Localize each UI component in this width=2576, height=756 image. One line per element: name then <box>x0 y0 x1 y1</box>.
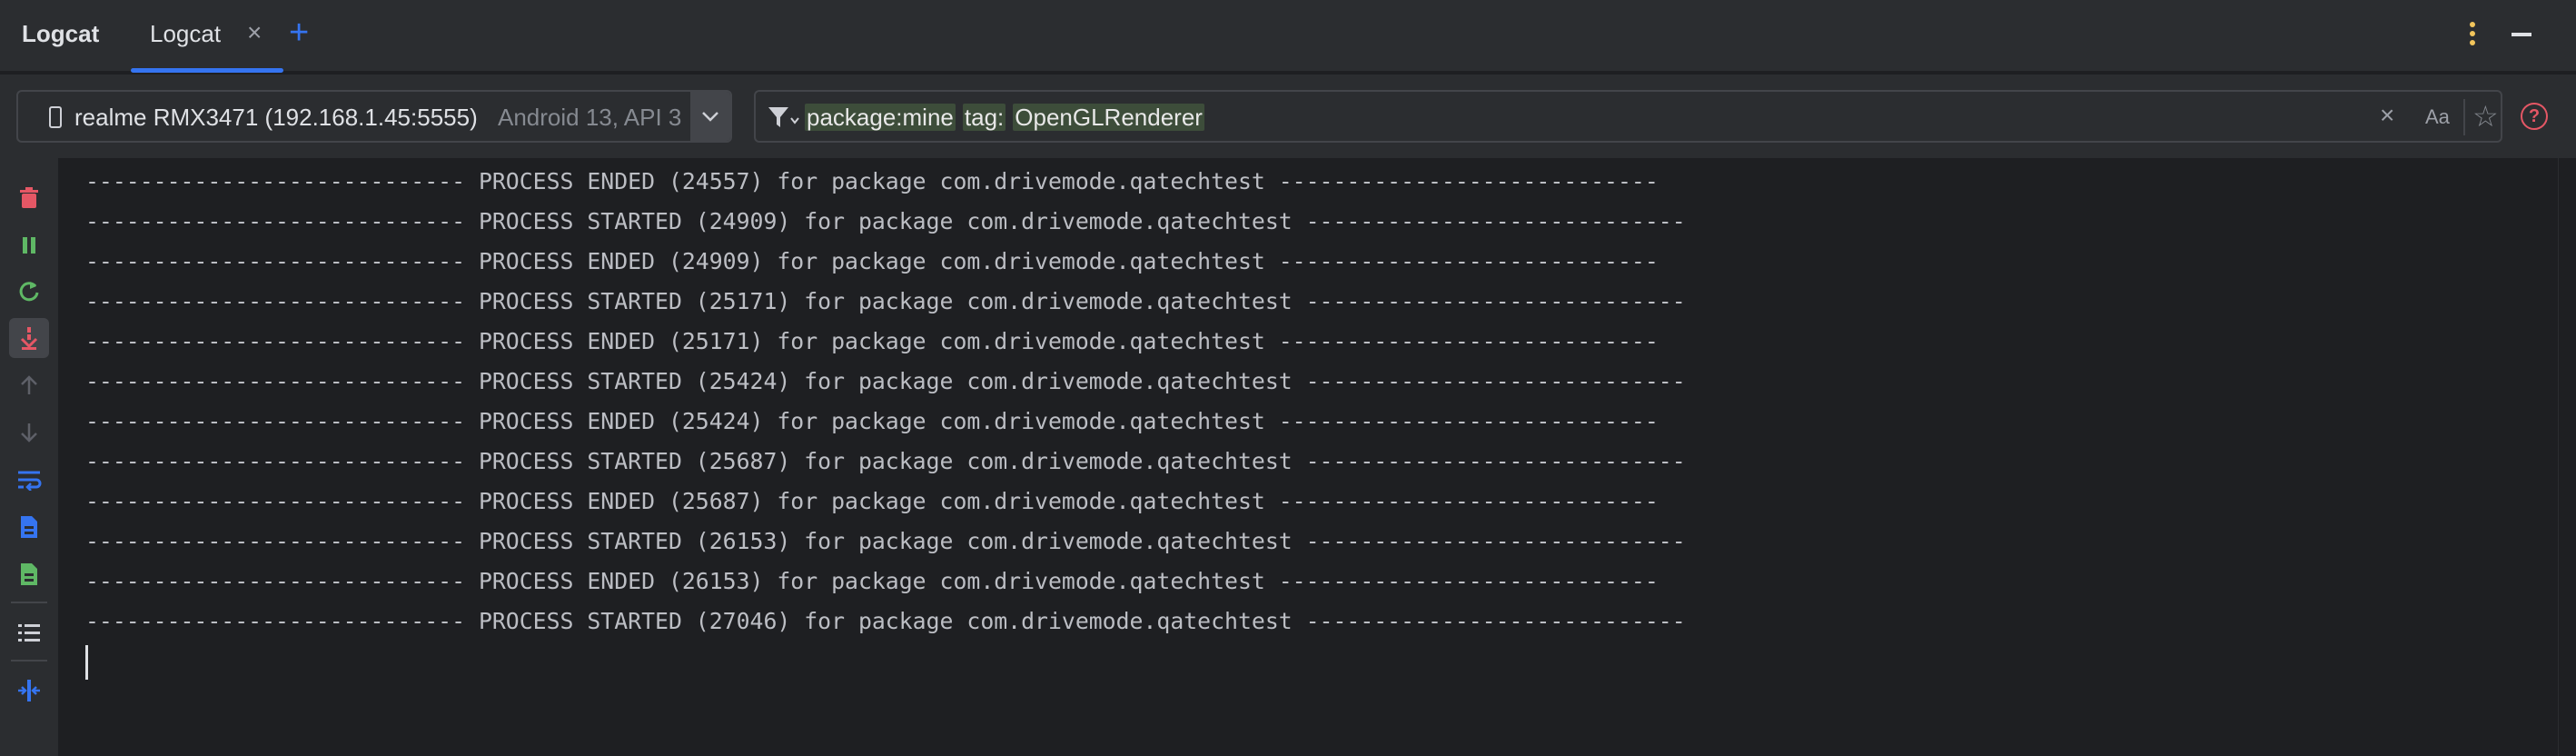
soft-wrap-icon[interactable] <box>9 460 49 500</box>
match-case-toggle[interactable]: Aa <box>2425 105 2450 129</box>
active-tab-indicator <box>131 68 283 73</box>
tool-window-header: Logcat Logcat × + <box>0 0 2576 73</box>
log-line: ---------------------------- PROCESS END… <box>85 328 1659 354</box>
log-line: ---------------------------- PROCESS END… <box>85 168 1659 194</box>
vertical-scrollbar[interactable] <box>2558 158 2576 756</box>
log-line: ---------------------------- PROCESS END… <box>85 488 1659 514</box>
tab-label: Logcat <box>150 20 222 47</box>
log-line: ---------------------------- PROCESS STA… <box>85 208 1686 234</box>
export-logs-icon[interactable] <box>9 507 49 547</box>
device-api-level: Android 13, API 3 <box>498 104 682 131</box>
minimize-icon[interactable] <box>2512 33 2531 36</box>
clear-filter-icon[interactable]: × <box>2380 101 2394 130</box>
log-line: ---------------------------- PROCESS STA… <box>85 288 1686 314</box>
filter-term-package: package:mine <box>805 104 956 131</box>
logcat-toolbar: realme RMX3471 (192.168.1.45:5555) Andro… <box>0 75 2576 158</box>
log-line: ---------------------------- PROCESS END… <box>85 248 1659 274</box>
filter-query[interactable]: package:mine tag: OpenGLRenderer <box>805 104 1204 132</box>
filter-icon[interactable] <box>767 105 803 129</box>
restart-icon[interactable] <box>9 271 49 311</box>
pause-icon[interactable] <box>9 225 49 265</box>
add-tab-icon[interactable]: + <box>289 13 309 53</box>
filter-term-tag-key: tag: <box>962 104 1006 131</box>
favorite-filter-icon[interactable]: ☆ <box>2472 99 2499 134</box>
split-panels-icon[interactable] <box>9 671 49 711</box>
view-format-icon[interactable] <box>9 612 49 652</box>
logcat-actions-toolbar <box>0 158 58 756</box>
log-line: ---------------------------- PROCESS STA… <box>85 528 1686 554</box>
text-caret <box>85 645 88 680</box>
log-line: ---------------------------- PROCESS STA… <box>85 368 1686 394</box>
tab-logcat[interactable]: Logcat × <box>131 0 283 73</box>
help-icon[interactable]: ? <box>2521 103 2548 130</box>
log-line: ---------------------------- PROCESS END… <box>85 408 1659 434</box>
device-selector[interactable]: realme RMX3471 (192.168.1.45:5555) Andro… <box>16 90 732 143</box>
scroll-to-end-icon[interactable] <box>9 318 49 358</box>
sidebar-divider <box>11 602 47 603</box>
tool-window-title: Logcat <box>22 20 100 47</box>
previous-occurrence-icon[interactable] <box>9 365 49 405</box>
log-output[interactable]: ---------------------------- PROCESS END… <box>58 158 2558 756</box>
filter-term-tag-value: OpenGLRenderer <box>1013 104 1204 131</box>
tab-close-icon[interactable]: × <box>247 18 262 47</box>
log-line: ---------------------------- PROCESS STA… <box>85 448 1686 474</box>
device-name: realme RMX3471 (192.168.1.45:5555) <box>74 104 478 131</box>
filter-input[interactable]: package:mine tag: OpenGLRenderer × Aa ☆ <box>754 90 2502 143</box>
phone-icon <box>49 106 62 128</box>
filter-divider <box>2463 99 2465 135</box>
chevron-down-icon[interactable] <box>690 92 730 141</box>
more-options-icon[interactable] <box>2467 22 2478 49</box>
import-logs-icon[interactable] <box>9 554 49 594</box>
log-line: ---------------------------- PROCESS END… <box>85 568 1659 594</box>
clear-logcat-icon[interactable] <box>9 178 49 218</box>
next-occurrence-icon[interactable] <box>9 413 49 453</box>
log-line: ---------------------------- PROCESS STA… <box>85 608 1686 634</box>
sidebar-divider <box>11 660 47 662</box>
